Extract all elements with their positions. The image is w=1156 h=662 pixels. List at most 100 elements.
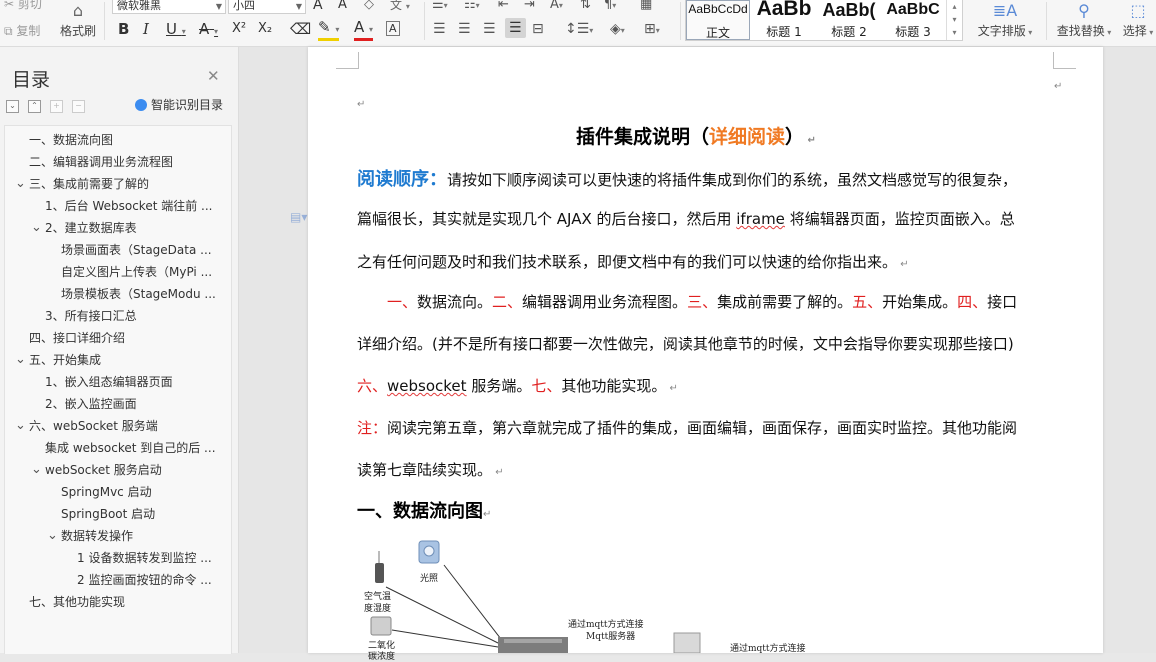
grid-icon[interactable]: ▦ [640,0,652,13]
add-heading-icon[interactable]: + [50,100,63,113]
highlight-color-button[interactable]: ✎ ▾ [318,19,340,41]
format-painter-button[interactable]: ⌂ 格式刷 [56,0,100,44]
chevron-down-icon[interactable]: ⌄ [15,349,26,371]
collapse-all-icon[interactable]: ⌃ [28,100,41,113]
grow-font-button[interactable]: A [313,0,323,13]
divider [680,2,681,40]
toc-item[interactable]: 1 设备数据转发到监控 ... [77,547,225,569]
text-layout-icon: ≣A [992,1,1018,20]
chevron-down-icon[interactable]: ⌄ [31,459,42,481]
light-label: 光照 [420,574,439,584]
align-left-icon[interactable]: ☰ [433,21,446,37]
chinese-layout-icon[interactable]: A▾ [550,0,563,14]
select-button[interactable]: ⬚ 选择 ▾ [1120,0,1156,44]
air-sensor-icon [375,563,384,583]
bullet-list-icon[interactable]: ☰▾ [432,0,448,14]
subscript-button[interactable]: X₂ [258,21,272,37]
toc-item[interactable]: 自定义图片上传表（MyPi ... [61,261,225,283]
toc-item[interactable]: 数据转发操作 [61,525,225,547]
toc-item[interactable]: 2、建立数据库表 [45,217,225,239]
chevron-down-icon[interactable]: ⌄ [31,217,42,239]
phonetic-icon[interactable]: 文 ▾ [390,0,410,15]
copy-button[interactable]: ⧉ 复制 [4,22,40,39]
toc-item[interactable]: 1、嵌入组态编辑器页面 [45,371,225,393]
bold-button[interactable]: B [118,21,129,37]
superscript-button[interactable]: X² [232,21,246,37]
clear-icon[interactable]: ⌫ [290,21,311,37]
toc-item[interactable]: 场景模板表（StageModu ... [61,283,225,305]
shrink-font-button[interactable]: A [338,0,347,13]
toc-item[interactable]: 七、其他功能实现 [29,591,225,613]
expand-all-icon[interactable]: ⌄ [6,100,19,113]
document-outline-icon[interactable]: ▤▾ [290,210,307,224]
toc-item[interactable]: 五、开始集成 [29,349,225,371]
co2-sensor-icon [370,616,392,636]
toc-item[interactable]: 四、接口详细介绍 [29,327,225,349]
toc-item[interactable]: 二、编辑器调用业务流程图 [29,151,225,173]
sort-icon[interactable]: ⇅ [580,0,591,13]
intro-line-3: 之有任何问题及时和我们技术联系，即便文档中有的我们可以快速的给你指出来。 ↵ [357,253,909,271]
strikethrough-button[interactable]: A ▾ [199,21,218,40]
font-color-button[interactable]: A ▾ [354,19,374,41]
clear-format-icon[interactable]: ◇ [364,0,374,13]
data-flow-diagram: 光照 空气温 度湿度 二氧化 碳浓度 通过mqtt方式连接 Mqtt服务器 通过… [348,535,868,662]
toc-item[interactable]: 3、所有接口汇总 [45,305,225,327]
align-right-icon[interactable]: ☰ [483,21,496,37]
chevron-down-icon: ▼ [295,2,302,11]
toc-item[interactable]: 2 监控画面按钮的命令 ... [77,569,225,591]
toc-item[interactable]: 集成 websocket 到自己的后 ... [45,437,225,459]
remove-heading-icon[interactable]: − [72,100,85,113]
toc-item[interactable]: SpringBoot 启动 [61,503,225,525]
chevron-down-icon[interactable]: ⌄ [47,525,58,547]
order-line-2: 详细介绍。(并不是所有接口都要一次性做完，阅读其他章节的时候，文中会指导你要实现… [357,335,1014,353]
font-size-select[interactable]: 小四 ▼ [228,0,306,14]
char-border-button[interactable]: A [386,21,400,36]
toc-list: 一、数据流向图 二、编辑器调用业务流程图 ⌄ 三、集成前需要了解的 1、后台 Webso… [4,125,232,654]
shading-icon[interactable]: ◈▾ [610,21,625,39]
align-center-icon[interactable]: ☰ [458,21,471,37]
close-icon[interactable]: ✕ [207,67,220,85]
justify-icon[interactable]: ☰ [505,18,526,38]
line-spacing-icon[interactable]: ↕☰▾ [565,21,593,39]
toc-pane: 目录 ✕ ⌄ ⌃ + − 智能识别目录 一、数据流向图 二、编辑器调用业务流程图 ⌄ 三、集… [0,47,239,654]
mqtt-server-label: Mqtt服务器 [586,632,636,642]
toc-item[interactable]: 三、集成前需要了解的 [29,173,225,195]
indent-icon[interactable]: ⇥ [524,0,535,13]
toc-item[interactable]: 一、数据流向图 [29,129,225,151]
toc-item[interactable]: 场景画面表（StageData ... [61,239,225,261]
numbered-list-icon[interactable]: ☷▾ [464,0,480,14]
style-gallery: AaBbCcDd 正文 AaBb 标题 1 AaBb( 标题 2 AaBbC 标… [685,0,963,41]
paragraph-mark: ↵ [357,99,366,110]
style-gallery-scroll[interactable]: ▴ ▾ ▾ [946,0,962,40]
toc-item[interactable]: 1、后台 Websocket 端往前 ... [45,195,225,217]
chevron-down-icon[interactable]: ⌄ [15,173,26,195]
ribbon-toolbar: ✂ 剪切 ⧉ 复制 ⌂ 格式刷 微软雅黑 ▼ 小四 ▼ A A ◇ 文 ▾ B I … [0,0,1156,47]
cut-button[interactable]: ✂ 剪切 [4,0,42,12]
section-heading: 一、数据流向图↵ [357,501,492,522]
toc-item[interactable]: 2、嵌入监控画面 [45,393,225,415]
style-normal[interactable]: AaBbCcDd 正文 [686,0,750,40]
toc-title: 目录 [12,69,51,91]
style-heading-2[interactable]: AaBb( 标题 2 [817,0,881,40]
toc-item[interactable]: webSocket 服务启动 [45,459,225,481]
ai-toc-button[interactable]: 智能识别目录 [135,96,223,113]
toc-item[interactable]: SpringMvc 启动 [61,481,225,503]
outdent-icon[interactable]: ⇤ [498,0,509,13]
find-replace-button[interactable]: ⚲ 查找替换 ▾ [1054,0,1114,44]
style-heading-3[interactable]: AaBbC 标题 3 [882,0,944,40]
chevron-down-icon[interactable]: ⌄ [15,415,26,437]
font-name-select[interactable]: 微软雅黑 ▼ [112,0,226,14]
toc-item[interactable]: 六、webSocket 服务端 [29,415,225,437]
show-marks-icon[interactable]: ¶▾ [604,0,616,14]
style-heading-1[interactable]: AaBb 标题 1 [752,0,816,40]
underline-button[interactable]: U ▾ [166,21,186,40]
document-title: 插件集成说明（详细阅读） ↵ [576,126,816,148]
border-icon[interactable]: ⊞▾ [644,21,660,39]
document-page[interactable]: ↵ ↵ 插件集成说明（详细阅读） ↵ 阅读顺序：请按如下顺序阅读可以更快速的将插… [308,47,1103,662]
intro-line-1: 阅读顺序：请按如下顺序阅读可以更快速的将插件集成到你们的系统，虽然文档感觉写的很… [357,169,1018,190]
toc-toolbar: ⌄ ⌃ + − [6,96,94,115]
text-layout-button[interactable]: ≣A 文字排版 ▾ [974,0,1036,44]
italic-button[interactable]: I [143,21,149,37]
intro-line-2: 篇幅很长，其实就是实现几个 AJAX 的后台接口，然后用 iframe 将编辑器… [357,210,1015,228]
distribute-icon[interactable]: ⊟ [532,21,544,37]
